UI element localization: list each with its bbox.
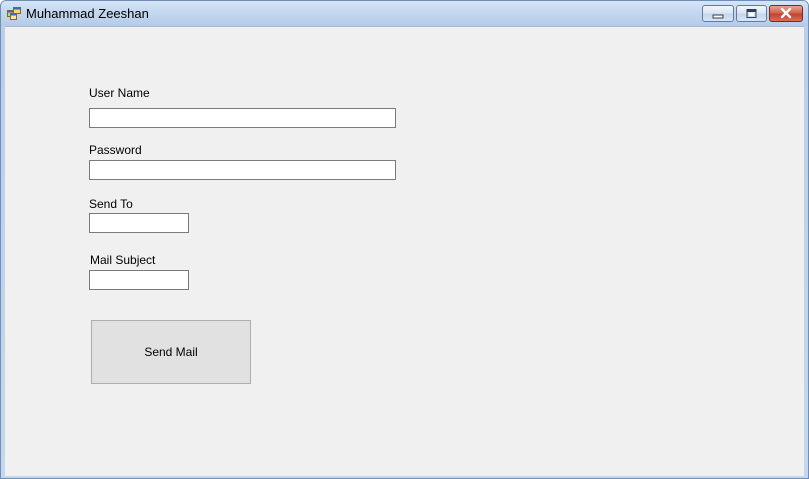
mail-subject-input[interactable] [89,270,189,290]
title-bar[interactable]: Muhammad Zeeshan [1,1,808,26]
username-label: User Name [89,86,150,100]
username-input[interactable] [89,108,396,128]
minimize-icon [712,14,724,19]
window-title: Muhammad Zeeshan [26,6,149,21]
password-label: Password [89,143,142,157]
form-client-area: User Name Password Send To Mail Subject … [5,26,804,476]
close-button[interactable] [769,5,803,22]
minimize-button[interactable] [702,5,734,22]
send-mail-button[interactable]: Send Mail [91,320,251,384]
send-to-input[interactable] [89,213,189,233]
maximize-icon [746,9,757,18]
close-icon [780,7,792,19]
password-input[interactable] [89,160,396,180]
maximize-button[interactable] [736,5,767,22]
send-to-label: Send To [89,197,133,211]
mail-subject-label: Mail Subject [90,253,156,267]
app-window: Muhammad Zeeshan User Name Password Send… [0,0,809,479]
app-window-icon[interactable] [7,7,21,20]
